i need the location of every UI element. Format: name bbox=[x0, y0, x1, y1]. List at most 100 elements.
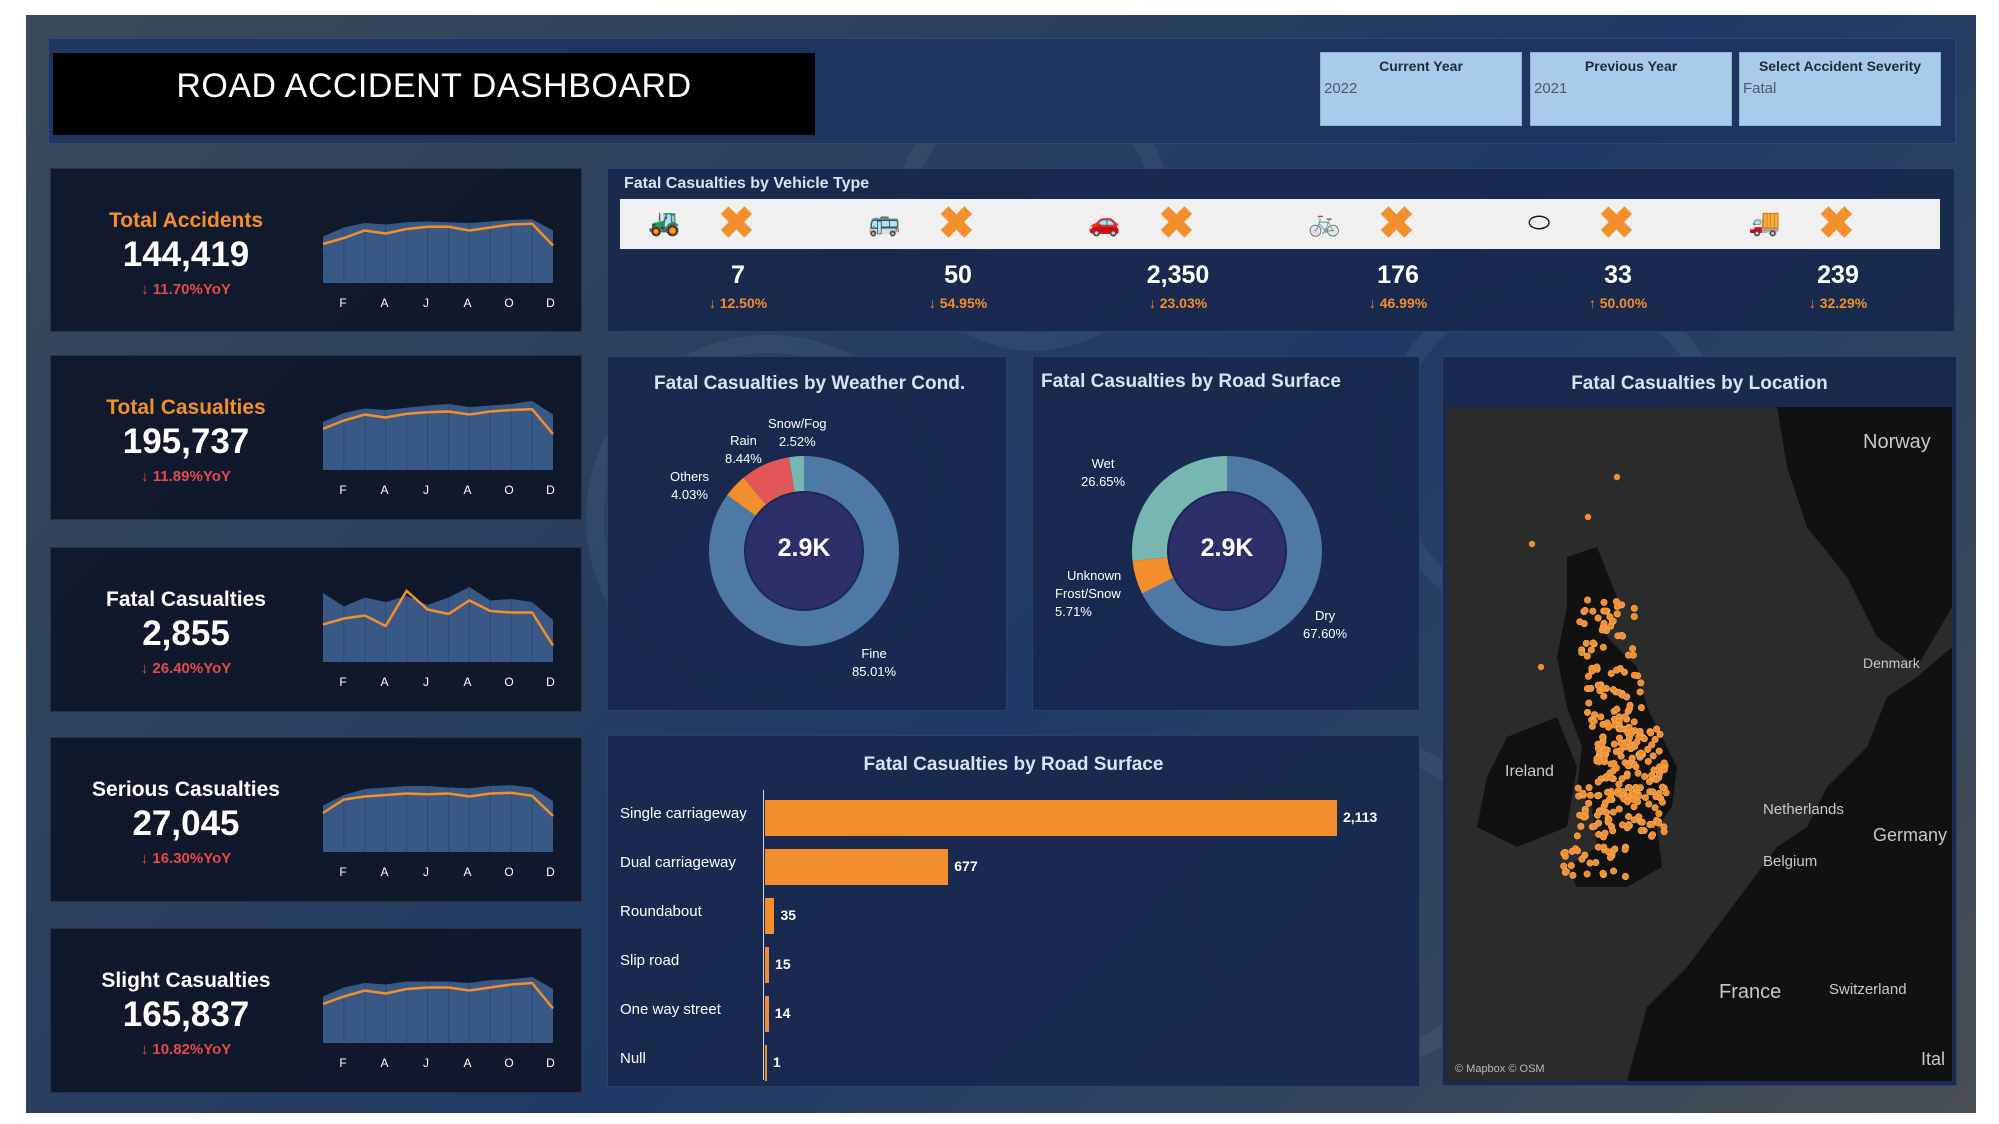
location-point bbox=[1655, 747, 1663, 755]
bar-category-label: Dual carriageway bbox=[620, 854, 736, 871]
bar[interactable] bbox=[765, 996, 769, 1032]
month-tick: A bbox=[463, 865, 471, 879]
location-point bbox=[1594, 681, 1602, 689]
label-pct: 8.44% bbox=[725, 451, 762, 466]
location-point bbox=[1630, 816, 1638, 824]
bar-value-label: 2,113 bbox=[1343, 809, 1378, 825]
current-year-filter[interactable]: Current Year 2022 bbox=[1320, 52, 1522, 126]
location-point bbox=[1623, 693, 1631, 701]
label-pct: 5.71% bbox=[1055, 604, 1092, 619]
bar[interactable] bbox=[765, 898, 775, 934]
car-icon: 🚗 bbox=[1088, 207, 1121, 237]
location-point bbox=[1594, 778, 1602, 786]
location-point bbox=[1625, 651, 1633, 659]
location-point bbox=[1584, 596, 1592, 604]
donut-label-rain: Rain 8.44% bbox=[725, 432, 762, 468]
bar-value-label: 14 bbox=[774, 1005, 791, 1021]
location-point bbox=[1618, 631, 1626, 639]
bus-icon: 🚌 bbox=[868, 207, 901, 237]
month-tick: A bbox=[380, 296, 388, 310]
bar[interactable] bbox=[765, 849, 949, 885]
month-tick: J bbox=[423, 1056, 429, 1070]
kpi-sparkline: FAJAOD bbox=[322, 587, 555, 689]
location-point bbox=[1605, 796, 1613, 804]
location-point bbox=[1610, 740, 1618, 748]
location-point bbox=[1582, 639, 1590, 647]
month-tick: F bbox=[339, 296, 346, 310]
location-point bbox=[1601, 746, 1609, 754]
map-label-netherlands: Netherlands bbox=[1763, 801, 1844, 818]
map-label-germany: Germany bbox=[1873, 825, 1948, 845]
location-point bbox=[1623, 772, 1631, 780]
location-point bbox=[1610, 760, 1618, 768]
vehicle-yoy: ↑ 50.00% bbox=[1588, 295, 1648, 311]
location-point bbox=[1649, 752, 1657, 760]
location-point bbox=[1660, 828, 1668, 836]
month-tick: J bbox=[423, 483, 429, 497]
location-point bbox=[1574, 784, 1582, 792]
cross-icon: ✖ bbox=[938, 199, 975, 248]
map-label-italy: Ital bbox=[1921, 1049, 1946, 1069]
location-point bbox=[1590, 717, 1598, 725]
kpi-name: Total Accidents bbox=[108, 209, 264, 232]
panel-title: Fatal Casualties by Location bbox=[1571, 373, 1828, 394]
kpi-value: 165,837 bbox=[122, 995, 250, 1034]
previous-year-filter[interactable]: Previous Year 2021 bbox=[1530, 52, 1732, 126]
kpi-yoy: ↓ 16.30%YoY bbox=[140, 850, 232, 867]
location-point bbox=[1634, 769, 1642, 777]
location-map[interactable] bbox=[1447, 407, 1952, 1081]
kpi-card: Serious Casualties 27,045 ↓ 16.30%YoY F A J A O… bbox=[50, 737, 582, 902]
bar[interactable] bbox=[765, 947, 770, 983]
location-point bbox=[1637, 679, 1645, 687]
bar[interactable] bbox=[765, 1045, 767, 1081]
location-point bbox=[1613, 705, 1621, 713]
location-point bbox=[1620, 668, 1628, 676]
month-tick: A bbox=[463, 675, 471, 689]
kpi-value: 2,855 bbox=[142, 614, 230, 653]
month-tick: F bbox=[339, 865, 346, 879]
location-point bbox=[1610, 867, 1618, 875]
month-tick: A bbox=[463, 1056, 471, 1070]
location-point bbox=[1601, 607, 1609, 615]
severity-filter[interactable]: Select Accident Severity Fatal bbox=[1739, 52, 1941, 126]
label-pct: 67.60% bbox=[1303, 626, 1348, 641]
location-point bbox=[1636, 753, 1644, 761]
location-point bbox=[1584, 708, 1592, 716]
label-pct: 2.52% bbox=[778, 434, 816, 449]
bicycle-icon: 🚲 bbox=[1308, 207, 1341, 237]
kpi-yoy: ↓ 11.89%YoY bbox=[141, 468, 231, 485]
vehicle-yoy-value: 23.03% bbox=[1159, 295, 1208, 311]
map-panel: Fatal Casualties by Location Norway Denm… bbox=[1442, 356, 1957, 1086]
month-tick: D bbox=[546, 483, 555, 497]
bar-value-label: 1 bbox=[773, 1054, 781, 1070]
location-point bbox=[1580, 813, 1588, 821]
vehicle-yoy-value: 54.95% bbox=[939, 295, 988, 311]
location-point bbox=[1630, 612, 1638, 620]
location-point bbox=[1637, 827, 1645, 835]
panel-title: Fatal Casualties by Vehicle Type bbox=[624, 175, 870, 192]
cross-icon: ✖ bbox=[1598, 199, 1635, 248]
location-point bbox=[1584, 513, 1592, 521]
vehicle-yoy: ↓ 54.95% bbox=[928, 295, 988, 311]
kpi-yoy-value: 16.30%YoY bbox=[152, 850, 232, 867]
bar-value-label: 35 bbox=[780, 907, 797, 923]
cross-icon: ✖ bbox=[1818, 199, 1855, 248]
page-title: ROAD ACCIDENT DASHBOARD bbox=[176, 67, 692, 105]
location-point bbox=[1618, 601, 1626, 609]
kpi-yoy-value: 10.82%YoY bbox=[152, 1041, 232, 1058]
location-point bbox=[1587, 684, 1595, 692]
location-point bbox=[1621, 743, 1629, 751]
vehicle-yoy: ↓ 32.29% bbox=[1808, 295, 1868, 311]
label-name: Wet bbox=[1091, 456, 1115, 471]
location-point bbox=[1585, 799, 1593, 807]
location-point bbox=[1641, 773, 1649, 781]
location-point bbox=[1645, 800, 1653, 808]
panel-title: Fatal Casualties by Weather Cond. bbox=[654, 373, 966, 394]
location-point bbox=[1600, 692, 1608, 700]
filter-label: Current Year bbox=[1379, 58, 1463, 74]
filter-value: 2021 bbox=[1534, 80, 1568, 97]
location-point bbox=[1600, 598, 1608, 606]
label-name: Frost/Snow bbox=[1055, 586, 1121, 601]
bar[interactable] bbox=[765, 800, 1337, 836]
vehicle-count: 50 bbox=[944, 261, 972, 289]
